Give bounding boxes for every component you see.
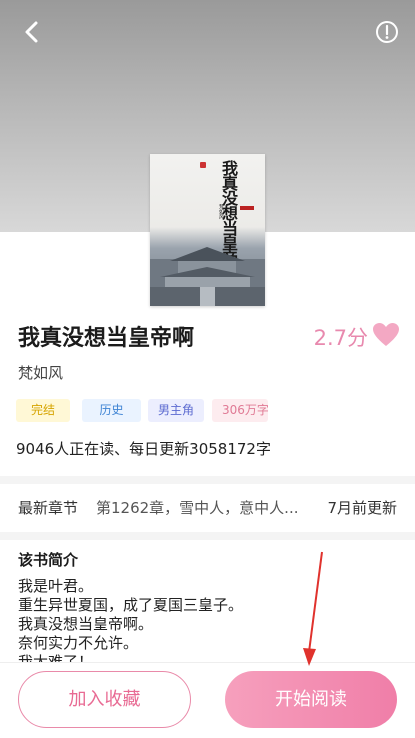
cover-stamp-icon — [240, 206, 254, 210]
tag-word-count: 306万字 — [212, 399, 269, 422]
intro-line: 奈何实力不允许。 — [18, 634, 139, 652]
heart-icon[interactable] — [372, 322, 400, 348]
intro-heading: 该书简介 — [18, 551, 79, 569]
intro-line: 我真没想当皇帝啊。 — [18, 615, 154, 633]
back-icon[interactable] — [18, 18, 46, 46]
title-row: 我真没想当皇帝啊 2.7分 — [18, 320, 400, 352]
cover-palace-illustration — [150, 247, 265, 306]
tag-status: 完结 — [16, 399, 70, 422]
info-icon[interactable] — [375, 20, 399, 44]
bottom-action-bar: 加入收藏 开始阅读 — [0, 662, 415, 738]
reading-stats: 9046人正在读、每日更新3058172字 — [16, 440, 271, 458]
tag-category: 历史 — [82, 399, 141, 422]
book-score: 2.7分 — [313, 326, 368, 350]
latest-update-time: 7月前更新 — [327, 499, 397, 517]
intro-text: 我是叶君。 重生异世夏国，成了夏国三皇子。 我真没想当皇帝啊。 奈何实力不允许。… — [18, 577, 398, 662]
intro-line: 我太难了！ — [18, 653, 94, 662]
book-author[interactable]: 梵如风 — [18, 362, 63, 383]
intro-line: 重生异世夏国，成了夏国三皇子。 — [18, 596, 244, 614]
latest-chapter-label: 最新章节 — [18, 499, 79, 517]
section-divider — [0, 532, 415, 540]
intro-line: 我是叶君。 — [18, 577, 94, 595]
cover-author: 梵如风 — [218, 204, 224, 219]
book-cover: 我真没想当皇帝啊 梵如风 — [150, 154, 265, 306]
section-divider — [0, 476, 415, 484]
latest-chapter-row[interactable]: 最新章节 第1262章，雪中人，意中人... 7月前更新 — [0, 484, 415, 530]
start-reading-button[interactable]: 开始阅读 — [225, 671, 397, 728]
tag-protagonist: 男主角 — [148, 399, 204, 422]
book-title: 我真没想当皇帝啊 — [18, 326, 195, 351]
latest-chapter-title: 第1262章，雪中人，意中人... — [96, 499, 299, 517]
add-to-collection-button[interactable]: 加入收藏 — [18, 671, 191, 728]
